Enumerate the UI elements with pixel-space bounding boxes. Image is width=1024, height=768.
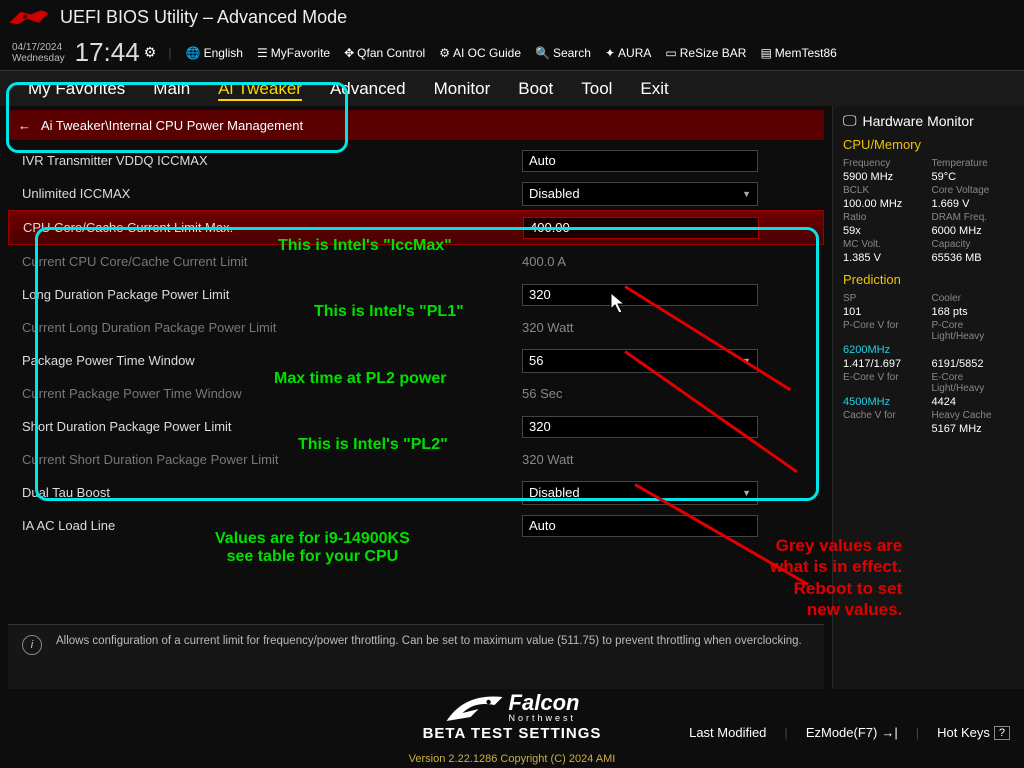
hardware-monitor-panel: 🖵Hardware Monitor CPU/Memory FrequencyTe… (832, 106, 1024, 689)
setting-label: Dual Tau Boost (22, 485, 522, 500)
setting-label: Current Package Power Time Window (22, 386, 522, 401)
menu-aitweaker[interactable]: Ai Tweaker (218, 79, 302, 99)
setting-label: Current Short Duration Package Power Lim… (22, 452, 522, 467)
setting-row: Package Power Time Window56▼ (8, 344, 824, 377)
menu-myfav[interactable]: My Favorites (28, 79, 125, 99)
setting-readonly-value: 56 Sec (522, 386, 562, 401)
setting-row: Current Short Duration Package Power Lim… (8, 443, 824, 476)
chevron-down-icon: ▼ (742, 488, 751, 498)
breadcrumb: ← Ai Tweaker\Internal CPU Power Manageme… (8, 110, 824, 140)
setting-dropdown[interactable]: Disabled▼ (522, 481, 758, 505)
toolbar-aura[interactable]: ✦AURA (599, 44, 657, 62)
settings-list: IVR Transmitter VDDQ ICCMAX Unlimited ICC… (0, 140, 832, 620)
setting-label: CPU Core/Cache Current Limit Max. (23, 220, 523, 235)
english-icon: 🌐 (186, 46, 201, 60)
main-panel: ← Ai Tweaker\Internal CPU Power Manageme… (0, 106, 832, 689)
date-block: 04/17/2024 Wednesday (12, 42, 65, 64)
info-bar: 04/17/2024 Wednesday 17:44 ⚙ | 🌐English☰… (0, 35, 1024, 71)
setting-dropdown[interactable]: Disabled▼ (522, 182, 758, 206)
setting-label: IA AC Load Line (22, 518, 522, 533)
setting-label: Long Duration Package Power Limit (22, 287, 522, 302)
search-icon: 🔍 (535, 46, 550, 60)
footer: Falcon Northwest BETA TEST SETTINGS Last… (0, 689, 1024, 768)
menu-main[interactable]: Main (153, 79, 190, 99)
menu-boot[interactable]: Boot (518, 79, 553, 99)
header-bar: UEFI BIOS Utility – Advanced Mode (0, 0, 1024, 35)
setting-row: Current Package Power Time Window56 Sec (8, 377, 824, 410)
app-title: UEFI BIOS Utility – Advanced Mode (60, 7, 347, 28)
toolbar-resize[interactable]: ▭ReSize BAR (659, 44, 752, 62)
menu-exit[interactable]: Exit (640, 79, 668, 99)
toolbar: 🌐English☰MyFavorite✥Qfan Control⚙AI OC G… (180, 44, 843, 62)
settings-gear-icon[interactable]: ⚙ (144, 44, 157, 61)
menu-advanced[interactable]: Advanced (330, 79, 406, 99)
last-modified-button[interactable]: Last Modified (689, 725, 766, 740)
setting-label: Unlimited ICCMAX (22, 186, 522, 201)
back-arrow-icon[interactable]: ← (18, 118, 31, 133)
aura-icon: ✦ (605, 46, 615, 60)
monitor-icon: 🖵 (843, 112, 857, 129)
setting-row: Long Duration Package Power Limit (8, 278, 824, 311)
rog-logo (8, 5, 50, 31)
setting-label: Current Long Duration Package Power Limi… (22, 320, 522, 335)
toolbar-qfan[interactable]: ✥Qfan Control (338, 44, 431, 62)
qfan-icon: ✥ (344, 46, 354, 60)
setting-readonly-value: 320 Watt (522, 320, 574, 335)
falcon-logo-block: Falcon Northwest BETA TEST SETTINGS (423, 691, 602, 742)
setting-label: Current CPU Core/Cache Current Limit (22, 254, 522, 269)
setting-row: IVR Transmitter VDDQ ICCMAX (8, 144, 824, 177)
clock: 17:44 (75, 37, 140, 68)
resize-icon: ▭ (665, 46, 676, 60)
setting-dropdown[interactable]: 56▼ (522, 349, 758, 373)
setting-label: Short Duration Package Power Limit (22, 419, 522, 434)
myfav-icon: ☰ (257, 46, 268, 60)
toolbar-english[interactable]: 🌐English (180, 44, 249, 62)
chevron-down-icon: ▼ (742, 356, 751, 366)
menu-monitor[interactable]: Monitor (434, 79, 491, 99)
hotkeys-button[interactable]: Hot Keys? (937, 725, 1010, 740)
hw-title: 🖵Hardware Monitor (843, 112, 1014, 129)
aioc-icon: ⚙ (439, 46, 450, 60)
setting-input[interactable] (522, 284, 758, 306)
info-icon: i (22, 635, 42, 655)
setting-row: CPU Core/Cache Current Limit Max. (8, 210, 824, 245)
main-menu: My Favorites Main Ai Tweaker Advanced Monito… (0, 71, 1024, 106)
chevron-down-icon: ▼ (742, 189, 751, 199)
setting-row: IA AC Load Line (8, 509, 824, 542)
setting-input[interactable] (522, 416, 758, 438)
menu-tool[interactable]: Tool (581, 79, 612, 99)
setting-readonly-value: 320 Watt (522, 452, 574, 467)
setting-row: Dual Tau BoostDisabled▼ (8, 476, 824, 509)
setting-label: IVR Transmitter VDDQ ICCMAX (22, 153, 522, 168)
setting-input[interactable] (522, 515, 758, 537)
setting-row: Unlimited ICCMAXDisabled▼ (8, 177, 824, 210)
setting-row: Short Duration Package Power Limit (8, 410, 824, 443)
setting-row: Current CPU Core/Cache Current Limit400.… (8, 245, 824, 278)
setting-row: Current Long Duration Package Power Limi… (8, 311, 824, 344)
toolbar-aioc[interactable]: ⚙AI OC Guide (433, 44, 527, 62)
setting-input[interactable] (522, 150, 758, 172)
ezmode-button[interactable]: EzMode(F7)→| (806, 725, 898, 740)
breadcrumb-path: Ai Tweaker\Internal CPU Power Management (41, 118, 303, 133)
version-text: Version 2.22.1286 Copyright (C) 2024 AMI (409, 753, 616, 765)
toolbar-memtest[interactable]: ▤MemTest86 (754, 44, 842, 62)
setting-label: Package Power Time Window (22, 353, 522, 368)
help-text: i Allows configuration of a current limi… (8, 624, 824, 689)
toolbar-myfav[interactable]: ☰MyFavorite (251, 44, 336, 62)
memtest-icon: ▤ (760, 46, 771, 60)
toolbar-search[interactable]: 🔍Search (529, 44, 597, 62)
setting-readonly-value: 400.0 A (522, 254, 566, 269)
setting-input[interactable] (523, 217, 759, 239)
